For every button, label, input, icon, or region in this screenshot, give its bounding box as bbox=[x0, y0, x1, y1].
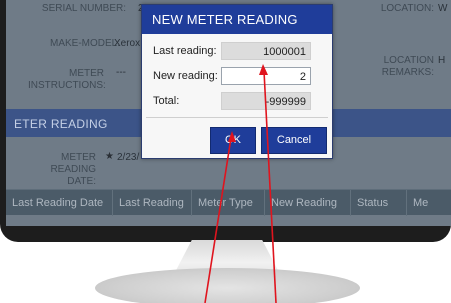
annotation-arrows bbox=[204, 64, 277, 303]
ok-arrow-line bbox=[204, 137, 232, 303]
arrow-to-ok-button bbox=[204, 131, 236, 303]
new-reading-arrowhead-icon bbox=[259, 64, 268, 75]
arrow-to-new-reading bbox=[259, 64, 277, 303]
ok-arrowhead-icon bbox=[228, 131, 236, 142]
new-reading-arrow-line bbox=[263, 70, 277, 303]
